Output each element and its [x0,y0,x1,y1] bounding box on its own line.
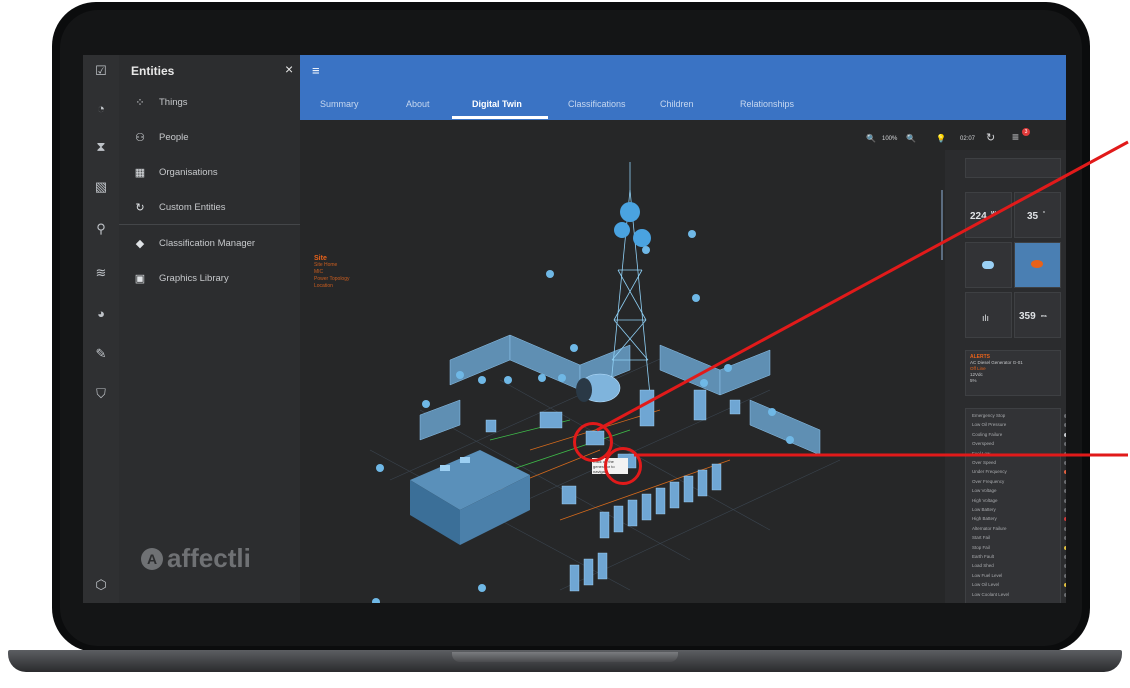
annotation-lines [596,140,1129,457]
